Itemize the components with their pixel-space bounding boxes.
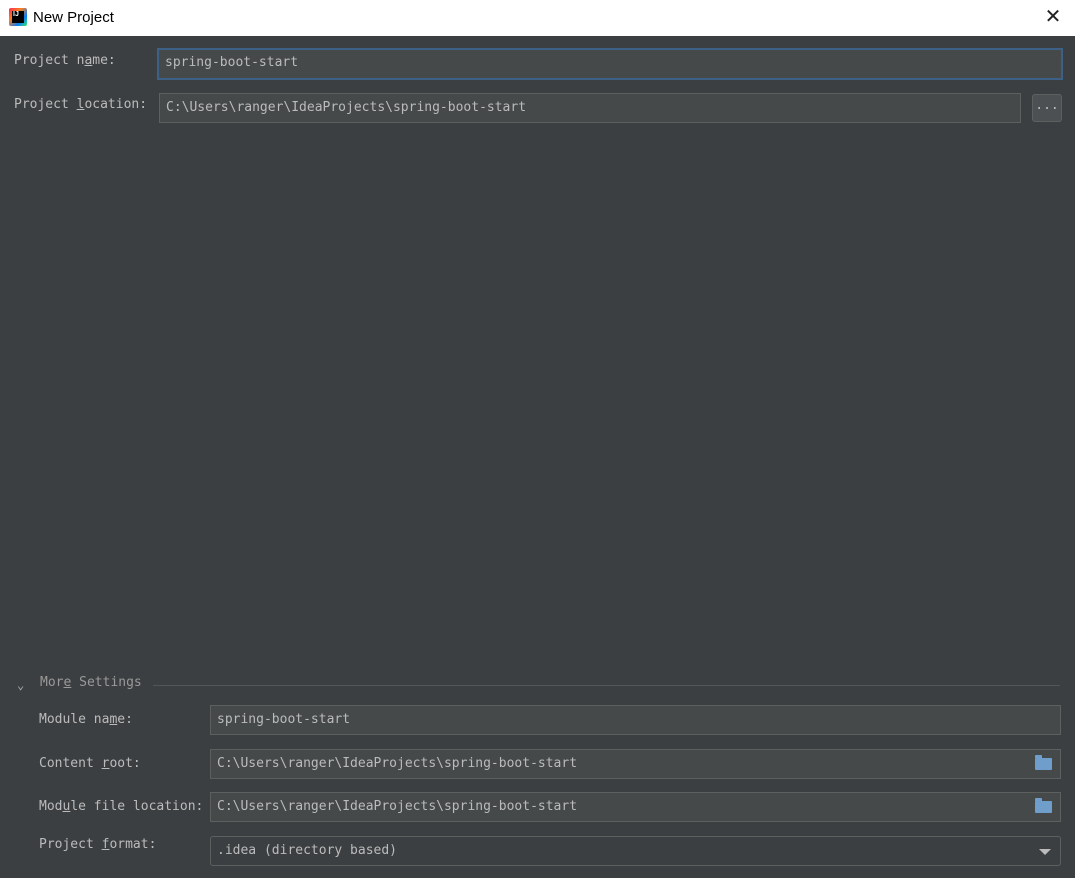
module-name-input[interactable]: spring-boot-start	[210, 705, 1061, 735]
project-format-value: .idea (directory based)	[217, 843, 398, 858]
browse-button[interactable]: ...	[1032, 94, 1062, 122]
project-location-label: Project location:	[14, 97, 148, 112]
title-bar: IJ New Project ✕	[0, 0, 1075, 36]
project-location-input[interactable]: C:\Users\ranger\IdeaProjects\spring-boot…	[159, 93, 1021, 123]
module-name-label: Module name:	[39, 712, 133, 727]
separator	[153, 685, 1060, 686]
module-file-location-input[interactable]: C:\Users\ranger\IdeaProjects\spring-boot…	[210, 792, 1061, 822]
project-format-label: Project format:	[39, 837, 157, 852]
module-file-location-label: Module file location:	[39, 799, 204, 814]
project-name-label: Project name:	[14, 53, 116, 68]
folder-icon[interactable]	[1035, 755, 1052, 770]
close-icon[interactable]: ✕	[1039, 4, 1067, 32]
dropdown-arrow-icon[interactable]	[1039, 849, 1051, 855]
window-title: New Project	[33, 9, 114, 26]
project-format-select[interactable]: .idea (directory based)	[210, 836, 1061, 866]
folder-icon[interactable]	[1035, 798, 1052, 813]
content-root-label: Content root:	[39, 756, 141, 771]
content-root-input[interactable]: C:\Users\ranger\IdeaProjects\spring-boot…	[210, 749, 1061, 779]
module-file-location-value: C:\Users\ranger\IdeaProjects\spring-boot…	[217, 799, 578, 814]
content-root-value: C:\Users\ranger\IdeaProjects\spring-boot…	[217, 756, 578, 771]
chevron-down-icon[interactable]: ⌄	[17, 678, 24, 692]
intellij-logo-icon: IJ	[9, 8, 27, 26]
more-settings-toggle[interactable]: More Settings	[40, 675, 142, 690]
project-name-input[interactable]: spring-boot-start	[157, 48, 1063, 80]
